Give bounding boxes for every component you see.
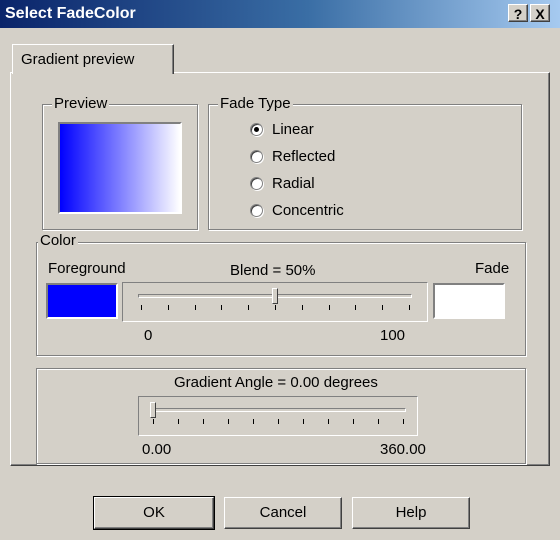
blend-slider-tick [167, 305, 169, 310]
angle-slider-tick [153, 419, 154, 424]
angle-slider-tick [203, 419, 204, 424]
blend-min-label: 0 [144, 327, 153, 344]
gradient-angle-slider[interactable] [138, 396, 418, 436]
ok-button[interactable]: OK [93, 496, 215, 530]
blend-slider-tick [301, 305, 303, 310]
window-title: Select FadeColor [5, 5, 136, 22]
angle-slider-tick [378, 419, 379, 424]
blend-slider-tick [248, 305, 250, 310]
color-label: Color [38, 232, 78, 249]
angle-slider-tick [328, 419, 329, 424]
angle-slider-tick [253, 419, 254, 424]
fade-type-label: Fade Type [218, 95, 293, 112]
blend-label: Blend = 50% [230, 262, 316, 279]
blend-slider-tick [355, 305, 357, 310]
blend-slider-tick [141, 305, 142, 310]
gradient-angle-slider-track [150, 408, 406, 412]
fade-label: Fade [475, 260, 510, 277]
foreground-label: Foreground [48, 260, 126, 277]
angle-slider-tick [403, 419, 404, 424]
radio-reflected-label[interactable]: Reflected [272, 148, 335, 165]
angle-slider-tick [278, 419, 279, 424]
radio-linear-label[interactable]: Linear [272, 121, 314, 138]
angle-min-label: 0.00 [142, 441, 172, 458]
blend-slider-tick [409, 305, 410, 310]
angle-max-label: 360.00 [380, 441, 426, 458]
blend-max-label: 100 [380, 327, 406, 344]
blend-slider-tick [194, 305, 196, 310]
help-icon[interactable]: ? [508, 4, 528, 22]
blend-slider-tick [382, 305, 384, 310]
blend-slider-tick [275, 305, 276, 310]
close-icon[interactable]: X [530, 4, 550, 22]
radio-reflected[interactable] [250, 150, 263, 163]
preview-label: Preview [52, 95, 110, 112]
gradient-angle-label: Gradient Angle = 0.00 degrees [174, 374, 378, 391]
help-button[interactable]: Help [352, 497, 470, 529]
angle-slider-tick [178, 419, 179, 424]
angle-slider-tick [353, 419, 354, 424]
radio-concentric[interactable] [250, 204, 263, 217]
blend-slider-tick [328, 305, 330, 310]
angle-slider-tick [303, 419, 304, 424]
angle-slider-tick [228, 419, 229, 424]
radio-linear[interactable] [250, 123, 263, 136]
fade-color-button[interactable] [433, 283, 505, 319]
gradient-preview-swatch [58, 122, 182, 214]
radio-selected-dot [254, 127, 259, 132]
radio-radial[interactable] [250, 177, 263, 190]
gradient-angle-slider-thumb[interactable] [150, 402, 156, 418]
radio-radial-label[interactable]: Radial [272, 175, 315, 192]
radio-concentric-label[interactable]: Concentric [272, 202, 344, 219]
foreground-color-button[interactable] [46, 283, 118, 319]
tab-gradient-preview[interactable]: Gradient preview [12, 44, 174, 74]
blend-slider-tick [221, 305, 223, 310]
cancel-button[interactable]: Cancel [224, 497, 342, 529]
blend-slider-thumb[interactable] [272, 288, 278, 304]
